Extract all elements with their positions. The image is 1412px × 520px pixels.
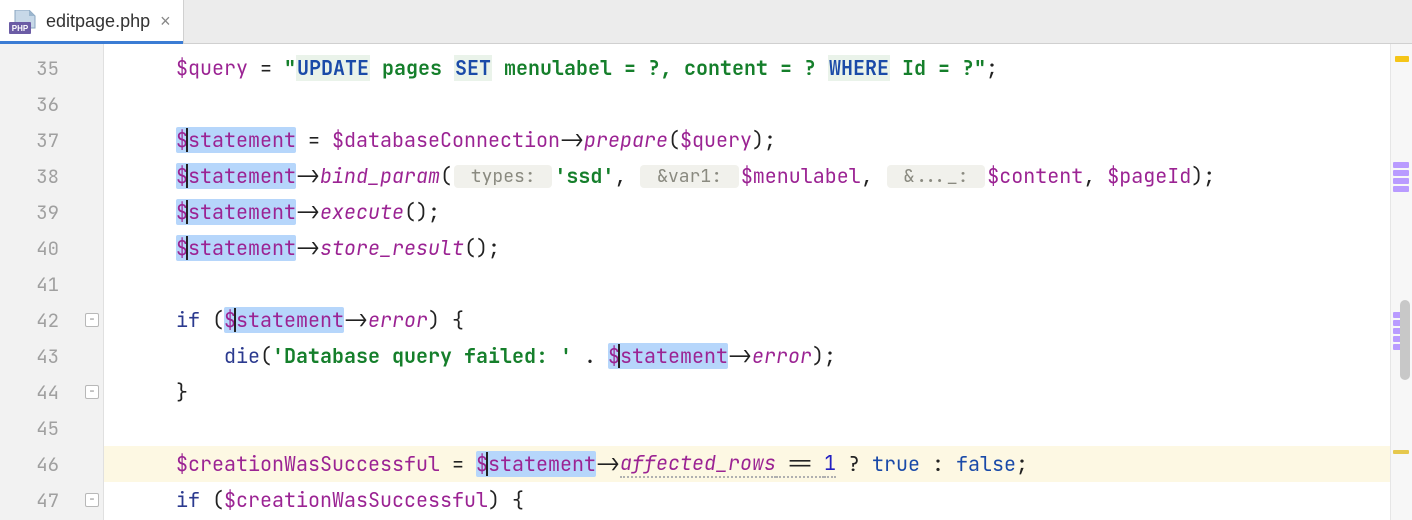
marker-cur[interactable] xyxy=(1393,450,1409,454)
line-number: 37 xyxy=(36,128,103,153)
gutter-line-36: 36 xyxy=(0,86,103,122)
code-line-41[interactable] xyxy=(104,266,1412,302)
highlighted-identifier: $statement xyxy=(176,163,296,189)
variable: $databaseConnection xyxy=(332,127,560,153)
gutter-line-38: 38 xyxy=(0,158,103,194)
keyword: if xyxy=(176,307,200,333)
line-number: 46 xyxy=(36,452,103,477)
line-number: 41 xyxy=(36,272,103,297)
tab-label: editpage.php xyxy=(46,11,150,32)
gutter-line-44: 44− xyxy=(0,374,103,410)
code-line-40[interactable]: $statement->store_result(); xyxy=(104,230,1412,266)
function: die xyxy=(224,343,260,369)
line-number: 39 xyxy=(36,200,103,225)
variable: $creationWasSuccessful xyxy=(224,487,488,513)
code-line-37[interactable]: $statement = $databaseConnection->prepar… xyxy=(104,122,1412,158)
tab-bar: PHP editpage.php × xyxy=(0,0,1412,44)
code-line-42[interactable]: if ($statement->error) { xyxy=(104,302,1412,338)
variable: $menulabel xyxy=(741,163,861,189)
highlighted-identifier: $statement xyxy=(176,235,296,261)
scrollbar-thumb[interactable] xyxy=(1400,300,1410,380)
highlighted-identifier: $statement xyxy=(176,127,296,153)
close-icon[interactable]: × xyxy=(158,11,173,32)
param-hint: types: xyxy=(454,165,552,188)
const: true xyxy=(872,451,920,477)
gutter-line-42: 42− xyxy=(0,302,103,338)
fold-icon[interactable]: − xyxy=(85,313,99,327)
method: store_result xyxy=(320,235,464,261)
line-number: 43 xyxy=(36,344,103,369)
line-number: 35 xyxy=(36,56,103,81)
code-line-36[interactable] xyxy=(104,86,1412,122)
line-number: 45 xyxy=(36,416,103,441)
variable: $query xyxy=(680,127,752,153)
method: bind_param xyxy=(320,163,440,189)
highlighted-identifier: $statement xyxy=(176,199,296,225)
gutter-line-47: 47− xyxy=(0,482,103,518)
editor: 35 36 37 38 39 40 41 42− 43 44− 45 46 47− $query = "… xyxy=(0,44,1412,520)
marker-sel[interactable] xyxy=(1393,162,1409,168)
variable: $creationWasSuccessful xyxy=(176,451,440,477)
param-hint: &var1: xyxy=(640,165,738,188)
marker-rail[interactable] xyxy=(1390,44,1412,520)
property: affected_rows xyxy=(620,450,776,478)
method: prepare xyxy=(584,127,668,153)
code-line-47[interactable]: if ($creationWasSuccessful) { xyxy=(104,482,1412,518)
variable: $content xyxy=(987,163,1083,189)
gutter-line-40: 40 xyxy=(0,230,103,266)
fold-icon[interactable]: − xyxy=(85,493,99,507)
marker-sel[interactable] xyxy=(1393,178,1409,184)
keyword: if xyxy=(176,487,200,513)
gutter: 35 36 37 38 39 40 41 42− 43 44− 45 46 47− xyxy=(0,44,104,520)
gutter-line-45: 45 xyxy=(0,410,103,446)
highlighted-identifier: $statement xyxy=(224,307,344,333)
code-line-43[interactable]: die('Database query failed: ' . $stateme… xyxy=(104,338,1412,374)
line-number: 36 xyxy=(36,92,103,117)
line-number: 38 xyxy=(36,164,103,189)
gutter-line-35: 35 xyxy=(0,50,103,86)
php-file-icon: PHP xyxy=(8,10,38,34)
marker-warn[interactable] xyxy=(1395,56,1409,62)
gutter-line-43: 43 xyxy=(0,338,103,374)
marker-sel[interactable] xyxy=(1393,170,1409,176)
code-area[interactable]: $query = "UPDATE pages SET menulabel = ?… xyxy=(104,44,1412,520)
param-hint: &..._: xyxy=(887,165,985,188)
gutter-line-39: 39 xyxy=(0,194,103,230)
code-line-45[interactable] xyxy=(104,410,1412,446)
code-line-38[interactable]: $statement->bind_param( types: 'ssd', &v… xyxy=(104,158,1412,194)
code-line-46[interactable]: $creationWasSuccessful = $statement->aff… xyxy=(104,446,1412,482)
number: 1 xyxy=(824,450,836,478)
code-line-35[interactable]: $query = "UPDATE pages SET menulabel = ?… xyxy=(104,50,1412,86)
line-number: 40 xyxy=(36,236,103,261)
gutter-line-46: 46 xyxy=(0,446,103,482)
gutter-line-41: 41 xyxy=(0,266,103,302)
variable: $query xyxy=(176,55,248,81)
svg-text:PHP: PHP xyxy=(12,24,29,33)
const: false xyxy=(956,451,1016,477)
highlighted-identifier: $statement xyxy=(476,451,596,477)
highlighted-identifier: $statement xyxy=(608,343,728,369)
property: error xyxy=(368,307,428,333)
gutter-line-37: 37 xyxy=(0,122,103,158)
property: error xyxy=(752,343,812,369)
variable: $pageId xyxy=(1107,163,1191,189)
fold-icon[interactable]: − xyxy=(85,385,99,399)
method: execute xyxy=(320,199,404,225)
tab-editpage[interactable]: PHP editpage.php × xyxy=(0,0,184,43)
code-line-44[interactable]: } xyxy=(104,374,1412,410)
marker-sel[interactable] xyxy=(1393,186,1409,192)
code-line-39[interactable]: $statement->execute(); xyxy=(104,194,1412,230)
